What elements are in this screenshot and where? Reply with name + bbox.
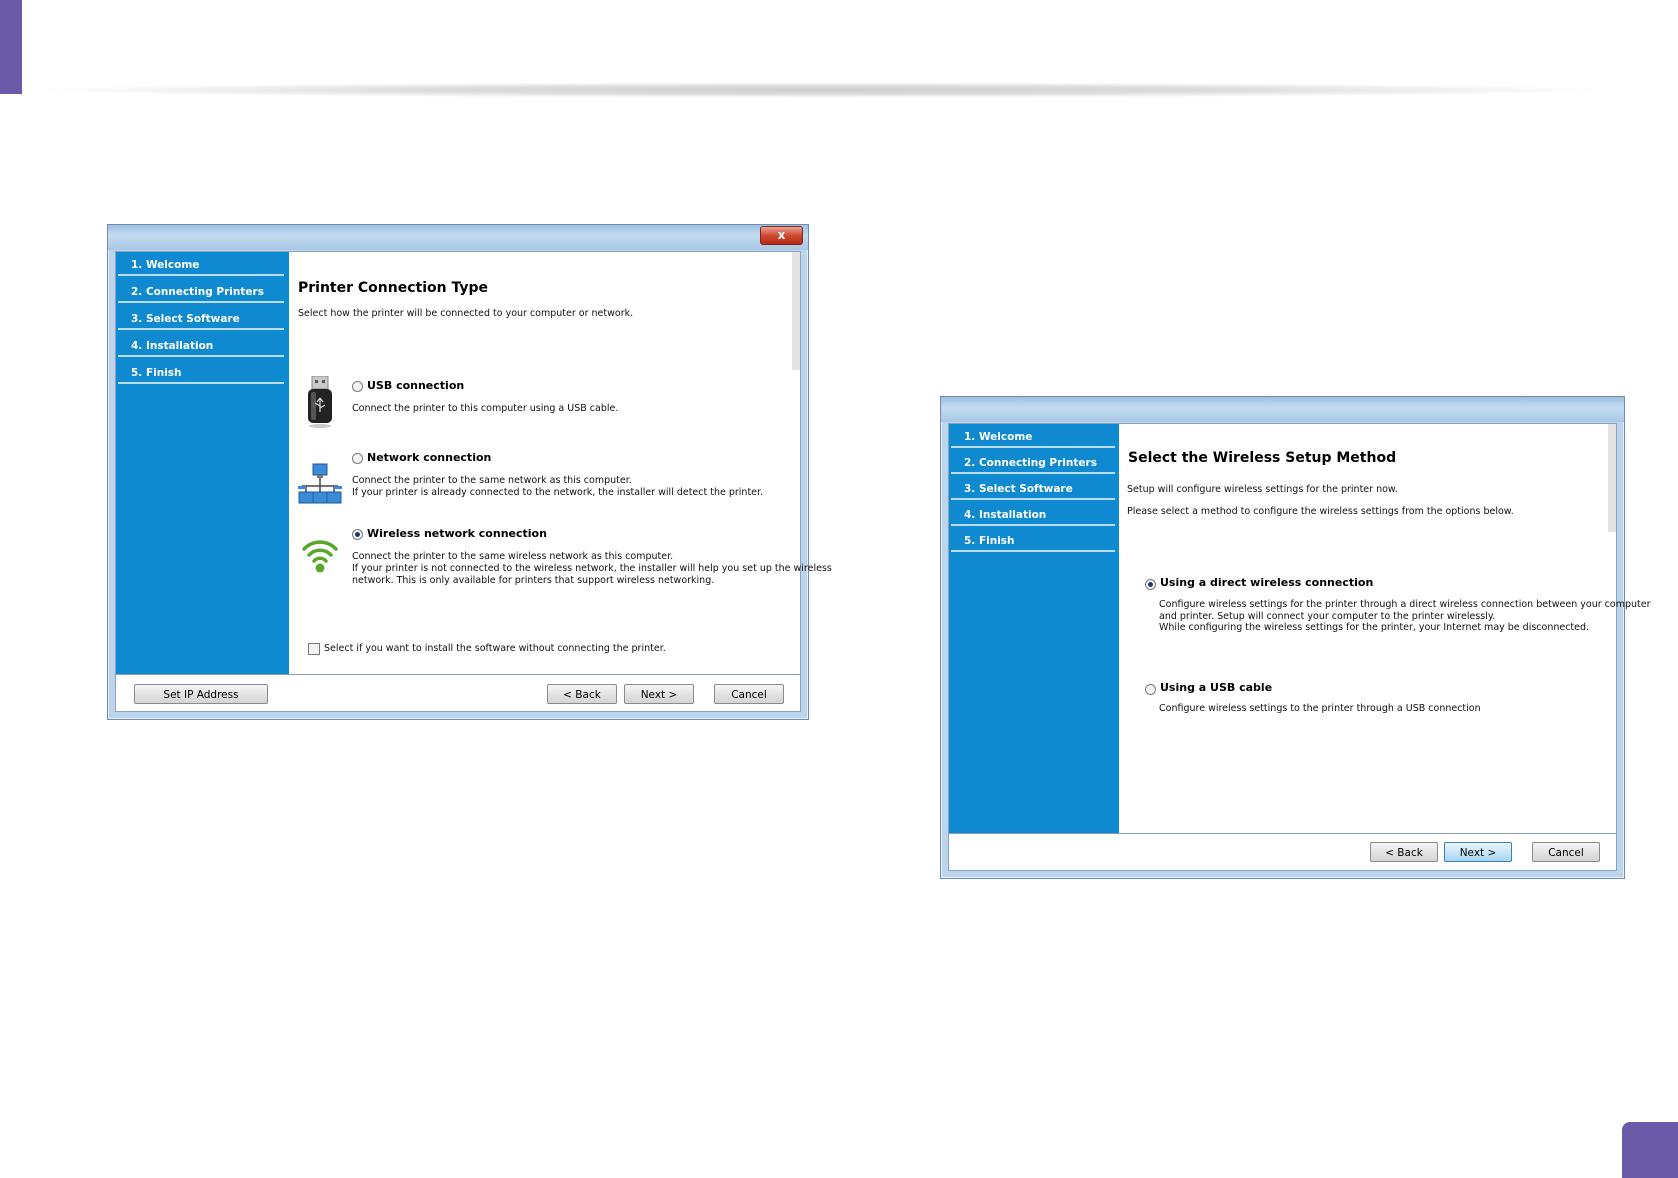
wireless-setup-window: 1. Welcome 2. Connecting Printers 3. Sel… xyxy=(940,396,1651,879)
direct-wireless-description-1: Configure wireless settings for the prin… xyxy=(1159,599,1651,610)
direct-wireless-description-3: While configuring the wireless settings … xyxy=(1159,622,1590,633)
page-number-box xyxy=(1622,1122,1678,1178)
printer-connection-window: x 1. Welcome 2. Connecting Printers 3. S… xyxy=(107,224,832,720)
no-connection-checkbox[interactable] xyxy=(308,643,320,655)
title-bar xyxy=(941,397,1624,422)
direct-wireless-label: Using a direct wireless connection xyxy=(1160,576,1374,589)
next-button[interactable]: Next > xyxy=(1444,842,1512,862)
back-button[interactable]: < Back xyxy=(1370,842,1438,862)
next-button[interactable]: Next > xyxy=(624,684,694,704)
no-connection-label: Select if you want to install the softwa… xyxy=(324,643,666,654)
network-connection-description-1: Connect the printer to the same network … xyxy=(352,475,632,486)
usb-connection-radio[interactable] xyxy=(352,381,363,392)
wireless-connection-radio[interactable] xyxy=(352,529,363,540)
wireless-connection-description-1: Connect the printer to the same wireless… xyxy=(352,551,674,562)
wireless-connection-description-2: If your printer is not connected to the … xyxy=(352,563,832,574)
step-finish: 5. Finish xyxy=(118,360,284,384)
usb-cable-description: Configure wireless settings to the print… xyxy=(1159,703,1481,714)
chapter-tab xyxy=(0,0,22,94)
wifi-icon xyxy=(302,540,338,573)
step-finish: 5. Finish xyxy=(951,528,1115,552)
usb-cable-radio[interactable] xyxy=(1145,684,1156,695)
steps-sidebar: 1. Welcome 2. Connecting Printers 3. Sel… xyxy=(949,424,1119,833)
close-button[interactable]: x xyxy=(760,226,803,245)
network-connection-radio[interactable] xyxy=(352,453,363,464)
intro-line-1: Setup will configure wireless settings f… xyxy=(1127,484,1398,495)
usb-icon xyxy=(308,376,332,428)
intro-line-2: Please select a method to configure the … xyxy=(1127,506,1514,517)
network-connection-description-2: If your printer is already connected to … xyxy=(352,487,764,498)
page-title: Printer Connection Type xyxy=(298,280,488,296)
cancel-button[interactable]: Cancel xyxy=(1532,842,1600,862)
direct-wireless-radio[interactable] xyxy=(1145,579,1156,590)
button-bar: < Back Next > Cancel xyxy=(949,833,1616,870)
step-installation: 4. Installation xyxy=(118,333,284,357)
wireless-connection-label: Wireless network connection xyxy=(367,527,547,540)
cancel-button[interactable]: Cancel xyxy=(714,684,784,704)
step-connecting-printers: 2. Connecting Printers xyxy=(951,450,1115,474)
content-pane: Select the Wireless Setup Method Setup w… xyxy=(1119,424,1651,833)
steps-sidebar: 1. Welcome 2. Connecting Printers 3. Sel… xyxy=(116,252,289,674)
step-connecting-printers: 2. Connecting Printers xyxy=(118,279,284,303)
page-subtitle: Select how the printer will be connected… xyxy=(298,308,634,319)
header-rule xyxy=(22,82,1622,98)
step-select-software: 3. Select Software xyxy=(118,306,284,330)
usb-connection-description: Connect the printer to this computer usi… xyxy=(352,403,619,414)
step-welcome: 1. Welcome xyxy=(118,252,284,276)
usb-connection-label: USB connection xyxy=(367,379,465,392)
network-icon xyxy=(298,463,342,504)
page-title: Select the Wireless Setup Method xyxy=(1128,450,1397,466)
usb-cable-label: Using a USB cable xyxy=(1160,681,1273,694)
set-ip-address-button[interactable]: Set IP Address xyxy=(134,684,268,704)
button-bar: Set IP Address < Back Next > Cancel xyxy=(116,674,800,711)
network-connection-label: Network connection xyxy=(367,451,492,464)
step-select-software: 3. Select Software xyxy=(951,476,1115,500)
back-button[interactable]: < Back xyxy=(547,684,617,704)
scrollbar[interactable] xyxy=(792,252,800,370)
wireless-connection-description-3: network. This is only available for prin… xyxy=(352,575,715,586)
window-client: 1. Welcome 2. Connecting Printers 3. Sel… xyxy=(948,423,1651,871)
step-welcome: 1. Welcome xyxy=(951,424,1115,448)
step-installation: 4. Installation xyxy=(951,502,1115,526)
title-bar: x xyxy=(108,225,808,250)
window-client: 1. Welcome 2. Connecting Printers 3. Sel… xyxy=(115,251,832,712)
scrollbar[interactable] xyxy=(1608,424,1616,532)
content-pane: Printer Connection Type Select how the p… xyxy=(289,252,832,674)
